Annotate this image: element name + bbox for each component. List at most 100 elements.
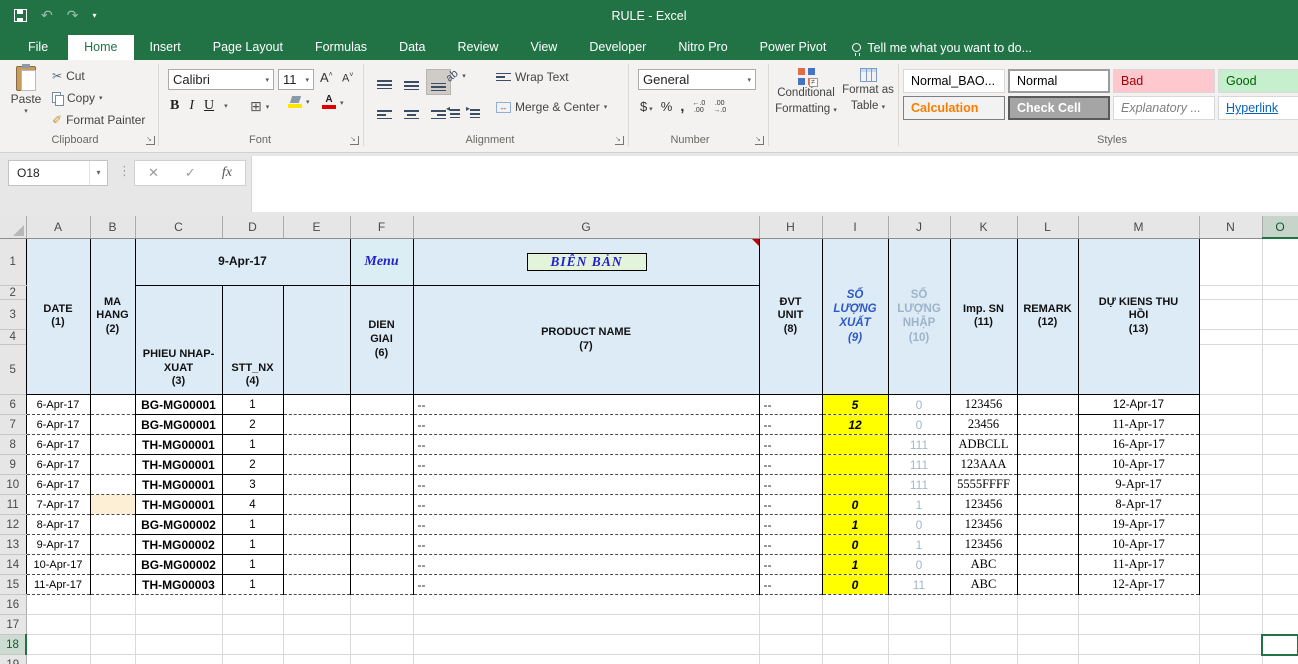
row-header-1[interactable]: 1 [0, 238, 26, 286]
cell-product[interactable]: -- [413, 575, 759, 595]
row-header-15[interactable]: 15 [0, 575, 26, 595]
col-header-O-selected[interactable]: O [1262, 216, 1298, 238]
cell[interactable] [1199, 535, 1262, 555]
cell-xuat[interactable] [822, 455, 888, 475]
cell-product[interactable]: -- [413, 455, 759, 475]
name-box-dropdown-icon[interactable]: ▾ [89, 161, 107, 185]
enter-icon[interactable]: ✓ [185, 165, 196, 181]
col-header-I[interactable]: I [822, 216, 888, 238]
merge-center-dropdown-icon[interactable]: ▾ [604, 103, 608, 111]
cell[interactable] [1262, 535, 1298, 555]
cell-imp-sn[interactable]: ABC [950, 575, 1017, 595]
cell-thu-hoi[interactable]: 11-Apr-17 [1078, 555, 1199, 575]
cell-unit[interactable]: -- [759, 555, 822, 575]
cell-date[interactable]: 6-Apr-17 [26, 395, 90, 415]
cell-imp-sn[interactable]: 123AAA [950, 455, 1017, 475]
style-hyperlink[interactable]: Hyperlink [1218, 96, 1298, 120]
cell-date[interactable]: 6-Apr-17 [26, 455, 90, 475]
cell-stt[interactable]: 1 [222, 515, 283, 535]
col-header-M[interactable]: M [1078, 216, 1199, 238]
cell-stt[interactable]: 2 [222, 455, 283, 475]
cell[interactable] [1199, 615, 1262, 635]
style-bad[interactable]: Bad [1113, 69, 1215, 93]
tab-power-pivot[interactable]: Power Pivot [744, 35, 843, 60]
cell-nhap[interactable]: 111 [888, 435, 950, 455]
cell[interactable] [1262, 330, 1298, 345]
cell[interactable] [1199, 455, 1262, 475]
cell[interactable] [950, 595, 1017, 615]
cell-stt[interactable]: 1 [222, 535, 283, 555]
cell[interactable] [888, 635, 950, 655]
row-header-7[interactable]: 7 [0, 415, 26, 435]
cell-unit[interactable]: -- [759, 515, 822, 535]
cell-xuat[interactable]: 0 [822, 575, 888, 595]
cell-xuat[interactable]: 12 [822, 415, 888, 435]
cell-product[interactable]: -- [413, 555, 759, 575]
cell-phieu[interactable]: TH-MG00003 [135, 575, 222, 595]
cell[interactable] [283, 595, 350, 615]
cell[interactable] [283, 395, 350, 415]
row-header-5[interactable]: 5 [0, 345, 26, 395]
cell[interactable] [350, 595, 413, 615]
cell-date[interactable]: 6-Apr-17 [26, 415, 90, 435]
cell-top-date[interactable]: 9-Apr-17 [135, 238, 350, 286]
cell-ma-hang-highlighted[interactable] [90, 495, 135, 515]
italic-button[interactable]: I [189, 98, 194, 114]
cell[interactable] [822, 655, 888, 664]
cell[interactable] [135, 615, 222, 635]
cell[interactable] [350, 515, 413, 535]
cell[interactable] [350, 615, 413, 635]
cell-stt[interactable]: 1 [222, 395, 283, 415]
copy-button[interactable]: Copy ▾ [52, 91, 103, 105]
header-phieu[interactable]: PHIEU NHAP- XUAT (3) [135, 286, 222, 395]
cell-imp-sn[interactable]: ABC [950, 555, 1017, 575]
borders-dropdown-icon[interactable]: ▾ [266, 103, 270, 111]
cell-imp-sn[interactable]: 23456 [950, 415, 1017, 435]
row-header-9[interactable]: 9 [0, 455, 26, 475]
cell[interactable] [222, 615, 283, 635]
cell[interactable] [1078, 655, 1199, 664]
cell-unit[interactable]: -- [759, 495, 822, 515]
cell[interactable] [1199, 475, 1262, 495]
cell-product[interactable]: -- [413, 395, 759, 415]
cell-nhap[interactable]: 0 [888, 515, 950, 535]
cell-remark[interactable] [1017, 495, 1078, 515]
cell[interactable] [822, 595, 888, 615]
cell[interactable] [1262, 655, 1298, 664]
font-color-dropdown-icon[interactable]: ▾ [340, 99, 344, 107]
cell[interactable] [1017, 635, 1078, 655]
cell[interactable] [1262, 575, 1298, 595]
cell-date[interactable]: 6-Apr-17 [26, 475, 90, 495]
style-good[interactable]: Good [1218, 69, 1298, 93]
cell[interactable] [135, 655, 222, 664]
row-header-19[interactable]: 19 [0, 655, 26, 664]
row-header-10[interactable]: 10 [0, 475, 26, 495]
tab-home[interactable]: Home [68, 35, 133, 60]
cell-remark[interactable] [1017, 415, 1078, 435]
cell[interactable] [90, 595, 135, 615]
col-header-A[interactable]: A [26, 216, 90, 238]
cell-doc-title[interactable]: BIÊN BẢN [413, 238, 759, 286]
grow-font-button[interactable]: A˄ [320, 70, 333, 85]
cell[interactable] [1078, 615, 1199, 635]
comma-style-button[interactable]: , [680, 98, 684, 115]
undo-icon[interactable]: ↶ [41, 8, 53, 22]
cell[interactable] [90, 635, 135, 655]
align-center-button[interactable] [399, 97, 424, 125]
cell-nhap[interactable]: 111 [888, 455, 950, 475]
cell-remark[interactable] [1017, 535, 1078, 555]
paste-button[interactable]: Paste ▾ [8, 66, 44, 115]
cell-product[interactable]: -- [413, 475, 759, 495]
cell[interactable] [1199, 330, 1262, 345]
cell-product[interactable]: -- [413, 515, 759, 535]
style-explanatory[interactable]: Explanatory ... [1113, 96, 1215, 120]
cell[interactable] [283, 655, 350, 664]
cell-unit[interactable]: -- [759, 395, 822, 415]
font-size-combo[interactable]: 11▾ [278, 69, 314, 90]
cell-remark[interactable] [1017, 475, 1078, 495]
tab-formulas[interactable]: Formulas [299, 35, 383, 60]
cell[interactable] [1262, 515, 1298, 535]
row-header-18-selected[interactable]: 18 [0, 635, 26, 655]
cell[interactable] [350, 495, 413, 515]
cell[interactable] [350, 655, 413, 664]
